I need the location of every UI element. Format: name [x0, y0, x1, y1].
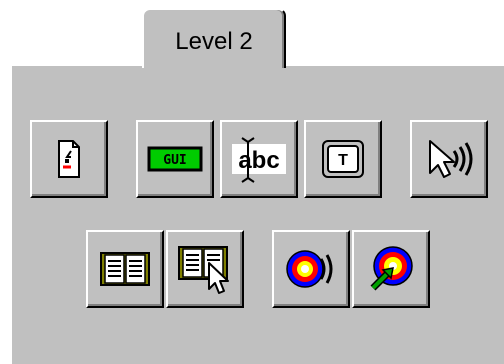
- gui-icon-text: GUI: [163, 153, 186, 168]
- text-box-T-icon: T: [322, 140, 364, 178]
- tab-level-2[interactable]: Level 2: [142, 8, 286, 68]
- target-sound-icon: [286, 250, 333, 288]
- cursor-sound-icon: [429, 140, 473, 178]
- book-cursor-icon: [178, 246, 229, 294]
- abc-icon-text: abc: [238, 147, 279, 174]
- text-field-button[interactable]: T: [304, 120, 382, 198]
- document-edit-button[interactable]: [30, 120, 108, 198]
- t-icon-text: T: [338, 152, 348, 169]
- open-book-icon: [100, 252, 150, 286]
- target-sound-button[interactable]: [272, 230, 350, 308]
- book-button[interactable]: [86, 230, 164, 308]
- tab-label: Level 2: [175, 28, 253, 55]
- toolbar-panel: [10, 64, 504, 364]
- document-face-icon: [58, 140, 80, 178]
- gui-label-icon: GUI: [147, 146, 203, 172]
- gui-button[interactable]: GUI: [136, 120, 214, 198]
- book-pointer-button[interactable]: [166, 230, 244, 308]
- text-cursor-abc-icon: abc: [232, 137, 286, 183]
- target-arrow-icon: [370, 246, 413, 291]
- text-select-button[interactable]: abc: [220, 120, 298, 198]
- pointer-sound-button[interactable]: [410, 120, 488, 198]
- target-arrow-button[interactable]: [352, 230, 430, 308]
